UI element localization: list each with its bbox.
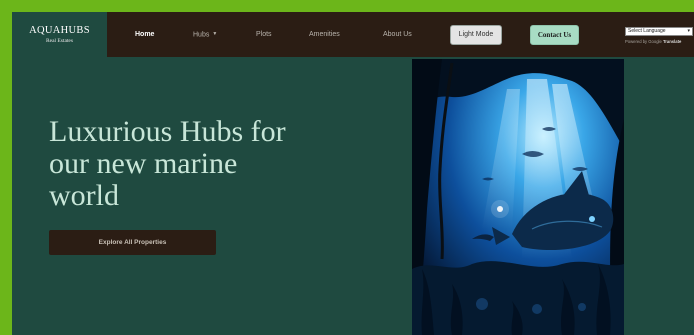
- navbar: AQUAHUBS Real Estates Home Hubs ▼ Plots A…: [12, 12, 694, 57]
- nav-hubs[interactable]: Hubs ▼: [193, 12, 217, 57]
- brand-subtitle: Real Estates: [45, 38, 74, 44]
- nav-home-label: Home: [135, 31, 155, 38]
- nav-amenities-label: Amenities: [309, 31, 340, 38]
- powered-by-text: Powered by Google: [625, 39, 662, 44]
- hero-title-line-2: our new marine: [49, 147, 238, 180]
- chevron-down-icon: ▾: [687, 28, 690, 34]
- brand-logo[interactable]: AQUAHUBS Real Estates: [12, 12, 107, 57]
- light-mode-button[interactable]: Light Mode: [450, 25, 502, 45]
- hero-title-line-1: Luxurious Hubs for: [49, 115, 286, 148]
- nav-home[interactable]: Home: [135, 12, 154, 57]
- translate-link[interactable]: Translate: [663, 39, 681, 44]
- contact-us-button[interactable]: Contact Us: [530, 25, 579, 45]
- nav-plots[interactable]: Plots: [256, 12, 272, 57]
- nav-about-us[interactable]: About Us: [383, 12, 412, 57]
- language-select[interactable]: Select Language ▾: [625, 27, 693, 36]
- brand-name: AQUAHUBS: [29, 25, 90, 36]
- page-frame: AQUAHUBS Real Estates Home Hubs ▼ Plots A…: [12, 12, 694, 335]
- nav-about-label: About Us: [383, 31, 412, 38]
- language-select-value: Select Language: [628, 28, 666, 34]
- hero-underwater-image: [412, 59, 624, 335]
- explore-properties-button[interactable]: Explore All Properties: [49, 230, 216, 255]
- chevron-down-icon: ▼: [212, 31, 218, 37]
- nav-plots-label: Plots: [256, 31, 272, 38]
- nav-amenities[interactable]: Amenities: [309, 12, 340, 57]
- hero-title-line-3: world: [49, 179, 119, 212]
- underwater-scene-illustration: [412, 59, 624, 335]
- powered-by-google-translate: Powered by Google Translate: [625, 39, 681, 44]
- nav-hubs-label: Hubs: [193, 31, 210, 39]
- hero-title: Luxurious Hubs for our new marine world: [49, 116, 369, 212]
